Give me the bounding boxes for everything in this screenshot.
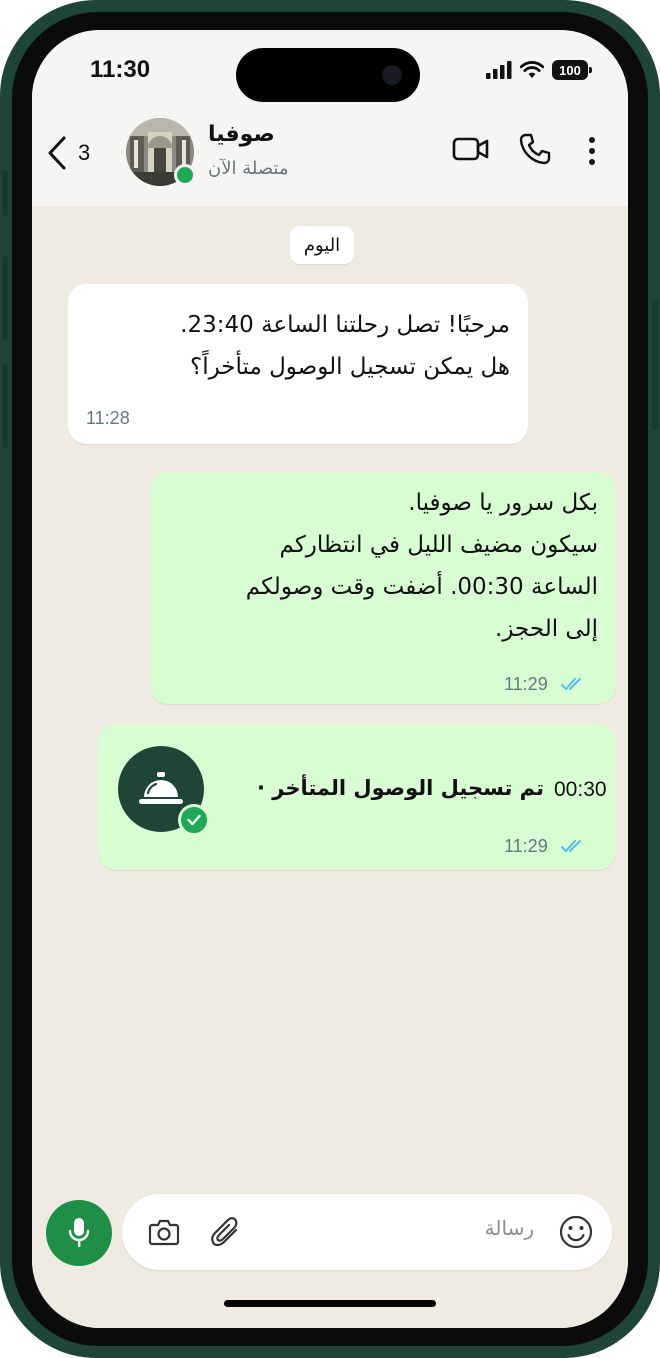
event-time: 00:30 bbox=[554, 778, 607, 801]
outgoing-message[interactable]: بكل سرور يا صوفيا. سيكون مضيف الليل في ا… bbox=[150, 472, 616, 704]
camera-icon[interactable] bbox=[148, 1218, 180, 1246]
wifi-icon bbox=[520, 61, 544, 78]
message-placeholder: رسالة bbox=[484, 1216, 534, 1240]
mic-button[interactable] bbox=[46, 1200, 112, 1266]
attachment-icon[interactable] bbox=[210, 1216, 240, 1248]
chevron-left-icon bbox=[48, 136, 66, 170]
date-separator: اليوم bbox=[290, 226, 354, 264]
message-time: 11:29 bbox=[504, 674, 548, 694]
home-indicator[interactable] bbox=[224, 1300, 436, 1307]
read-receipt-icon bbox=[561, 678, 581, 690]
chat-header: 3 صوفيا متصلة الآن bbox=[32, 110, 628, 206]
event-title: تم تسجيل الوصول المتأخر · bbox=[256, 776, 544, 800]
read-receipt-icon bbox=[561, 840, 581, 852]
online-status-dot bbox=[174, 164, 196, 186]
incoming-message[interactable]: مرحبًا! تصل رحلتنا الساعة 23:40. هل يمكن… bbox=[68, 284, 528, 444]
status-bar: 11:30 100 bbox=[32, 30, 628, 110]
battery-indicator: 100 bbox=[552, 60, 592, 80]
side-button-volume-down bbox=[2, 364, 8, 448]
phone-screen: 11:30 100 3 صوفيا متصلة الآن اليوم مرحبً… bbox=[32, 30, 628, 1328]
contact-status: متصلة الآن bbox=[208, 158, 289, 179]
dynamic-island bbox=[236, 48, 420, 102]
late-checkin-event-card[interactable]: تم تسجيل الوصول المتأخر · 00:30 11:29 bbox=[98, 724, 616, 870]
status-icons: 100 bbox=[486, 58, 592, 82]
phone-icon[interactable] bbox=[518, 132, 552, 166]
composer-bar: رسالة bbox=[32, 1190, 628, 1328]
avatar[interactable] bbox=[126, 118, 196, 186]
service-bell-icon bbox=[139, 772, 183, 804]
message-input[interactable]: رسالة bbox=[122, 1194, 612, 1270]
signal-icon bbox=[486, 61, 512, 79]
emoji-icon[interactable] bbox=[558, 1214, 594, 1250]
mic-icon bbox=[68, 1218, 90, 1247]
unread-count: 3 bbox=[78, 140, 91, 165]
side-button-power bbox=[652, 300, 658, 430]
side-button-silent bbox=[2, 170, 8, 216]
video-call-icon[interactable] bbox=[452, 134, 490, 164]
back-button[interactable]: 3 bbox=[46, 130, 108, 176]
message-time: 11:29 bbox=[504, 836, 548, 856]
more-vertical-icon[interactable] bbox=[588, 136, 596, 166]
message-text: بكل سرور يا صوفيا. سيكون مضيف الليل في ا… bbox=[245, 490, 598, 642]
contact-name[interactable]: صوفيا bbox=[208, 122, 275, 147]
check-icon bbox=[178, 804, 210, 836]
side-button-volume-up bbox=[2, 256, 8, 340]
message-time: 11:28 bbox=[86, 408, 130, 428]
front-camera bbox=[382, 65, 402, 85]
message-text: مرحبًا! تصل رحلتنا الساعة 23:40. هل يمكن… bbox=[180, 312, 510, 380]
status-time: 11:30 bbox=[90, 56, 151, 83]
